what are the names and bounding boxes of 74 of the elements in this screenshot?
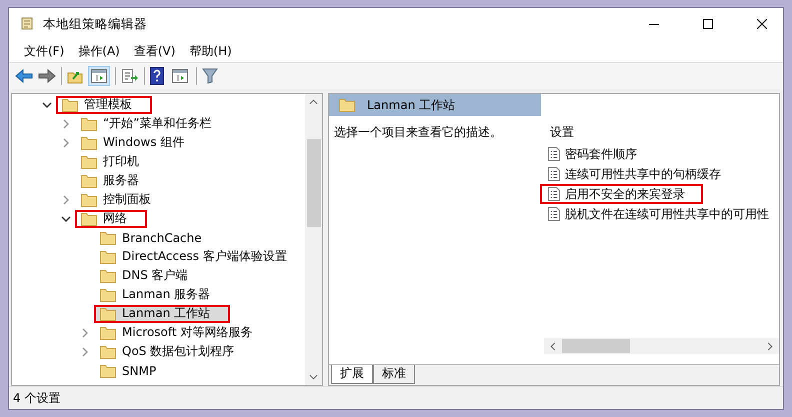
folder-icon	[81, 116, 97, 130]
scroll-left-icon[interactable]	[550, 342, 556, 350]
folder-icon	[81, 154, 97, 168]
tree-item[interactable]: 控制面板	[75, 190, 157, 208]
window-title: 本地组策略编辑器	[43, 16, 147, 32]
chevron-right-icon[interactable]	[80, 328, 90, 338]
document-icon	[548, 187, 560, 201]
scroll-right-icon[interactable]	[767, 342, 773, 350]
chevron-right-icon[interactable]	[61, 118, 71, 128]
description-text: 选择一个项目来查看它的描述。	[333, 124, 503, 141]
folder-icon	[81, 212, 97, 226]
chevron-right-icon[interactable]	[61, 138, 71, 148]
tree-item[interactable]: DirectAccess 客户端体验设置	[94, 248, 293, 266]
status-text: 4 个设置	[13, 390, 60, 406]
tree-item[interactable]: 网络	[75, 210, 147, 228]
tree-item[interactable]: BranchCache	[94, 228, 208, 246]
tree-item[interactable]: Lanman 工作站	[94, 304, 230, 322]
tree-item[interactable]: Lanman 服务器	[94, 286, 216, 304]
tree-item[interactable]: Windows 组件	[75, 134, 190, 152]
filter-icon[interactable]	[202, 68, 218, 84]
setting-item[interactable]: 启用不安全的来宾登录	[540, 184, 703, 204]
pane-toggle-button[interactable]	[88, 66, 110, 86]
document-icon	[548, 207, 560, 221]
tree-item[interactable]: SNMP	[94, 362, 162, 380]
folder-icon	[100, 250, 116, 264]
view-tab[interactable]: 标准	[373, 365, 415, 384]
menu-item[interactable]: 文件(F)	[17, 42, 72, 60]
folder-icon	[81, 136, 97, 150]
chevron-down-icon[interactable]	[61, 214, 71, 224]
setting-item[interactable]: 脱机文件在连续可用性共享中的可用性	[540, 204, 779, 224]
vertical-scrollbar[interactable]	[305, 94, 322, 385]
scrollbar-thumb[interactable]	[562, 339, 630, 353]
scroll-icon	[19, 16, 35, 32]
folder-icon	[100, 344, 116, 358]
chevron-right-icon[interactable]	[61, 194, 71, 204]
setting-item[interactable]: 密码套件顺序	[540, 144, 647, 164]
horizontal-scrollbar[interactable]	[544, 338, 779, 354]
menu-item[interactable]: 操作(A)	[71, 42, 127, 60]
chevron-down-icon[interactable]	[42, 100, 52, 110]
pane-toggle-button[interactable]	[169, 66, 191, 86]
back-arrow-icon[interactable]	[15, 68, 33, 84]
document-icon	[548, 147, 560, 161]
tree-item[interactable]: QoS 数据包计划程序	[94, 342, 240, 360]
help-icon[interactable]	[150, 67, 164, 85]
folder-icon	[100, 288, 116, 302]
view-tab[interactable]: 扩展	[331, 365, 373, 384]
maximize-icon[interactable]	[703, 19, 713, 29]
column-heading: 设置	[549, 124, 575, 141]
tree-item[interactable]: “开始”菜单和任务栏	[75, 114, 218, 132]
scrollbar-thumb[interactable]	[306, 139, 320, 227]
folder-icon	[81, 192, 97, 206]
chevron-right-icon[interactable]	[80, 346, 90, 356]
tree-item[interactable]: 打印机	[75, 152, 145, 170]
close-icon[interactable]	[757, 19, 767, 29]
document-icon	[548, 167, 560, 181]
folder-icon	[100, 230, 116, 244]
tree-item[interactable]: DNS 客户端	[94, 266, 194, 284]
details-title: Lanman 工作站	[367, 96, 456, 114]
folder-icon	[81, 174, 97, 188]
tree-item[interactable]: 管理模板	[56, 96, 152, 114]
tree-item[interactable]: Microsoft 对等网络服务	[94, 324, 258, 342]
folder-icon	[339, 98, 355, 112]
setting-item[interactable]: 连续可用性共享中的句柄缓存	[540, 164, 731, 184]
menu-item[interactable]: 查看(V)	[126, 42, 182, 60]
folder-icon	[100, 268, 116, 282]
menu-item[interactable]: 帮助(H)	[182, 42, 239, 60]
folder-icon	[100, 364, 116, 378]
tree-item[interactable]: 服务器	[75, 172, 145, 190]
folder-icon	[100, 326, 116, 340]
folder-icon	[62, 98, 78, 112]
export-list-icon[interactable]	[121, 68, 139, 84]
scroll-up-icon[interactable]	[309, 99, 318, 105]
scroll-down-icon[interactable]	[309, 374, 318, 380]
folder-icon	[100, 306, 116, 320]
